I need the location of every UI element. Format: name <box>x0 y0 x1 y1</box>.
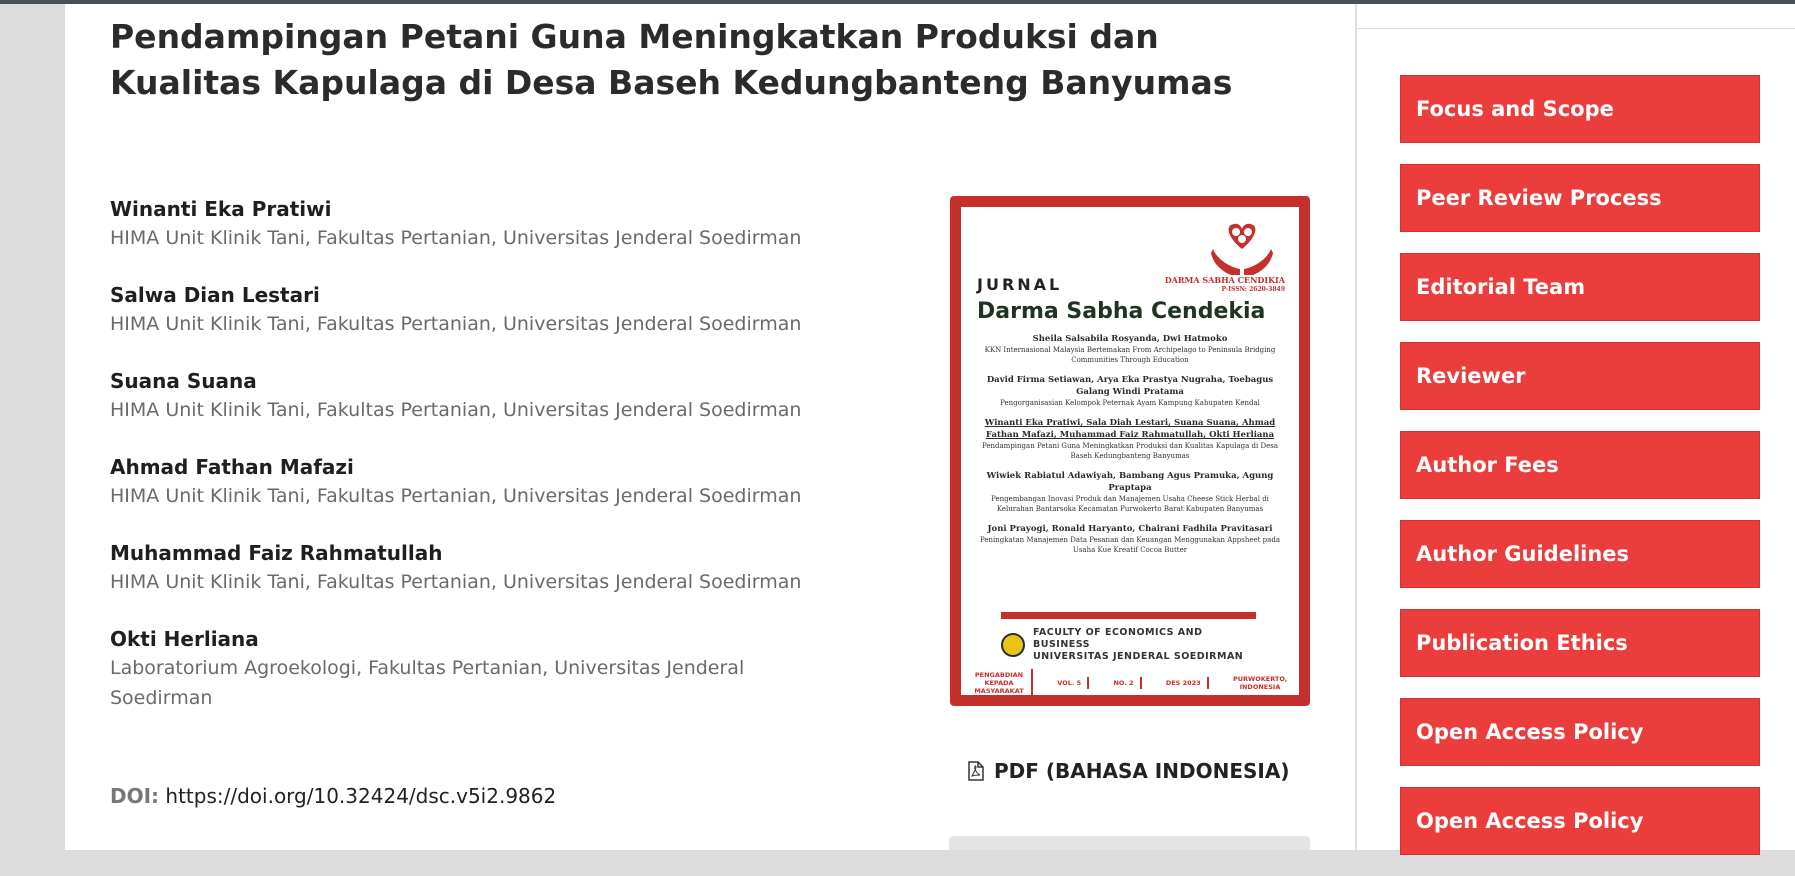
sidebar-nav: Focus and Scope Peer Review Process Edit… <box>1400 75 1760 876</box>
cover-entry-authors: Wiwiek Rabiatul Adawiyah, Bambang Agus P… <box>986 471 1274 493</box>
nav-focus-and-scope[interactable]: Focus and Scope <box>1400 75 1760 143</box>
cover-footer-item: VOL. 5 <box>1051 677 1090 689</box>
cover-journal-name: Darma Sabha Cendekia <box>977 299 1266 324</box>
cover-footer-item: DES 2023 <box>1160 677 1209 689</box>
cover-entry-authors: Sheila Salsabila Rosyanda, Dwi Hatmoko <box>1032 334 1228 344</box>
author-item: Ahmad Fathan Mafazi HIMA Unit Klinik Tan… <box>110 453 850 511</box>
university-seal-icon <box>1001 633 1025 657</box>
author-name: Okti Herliana <box>110 627 259 651</box>
bottom-widget <box>949 836 1310 850</box>
cover-jurnal-label: JURNAL <box>977 275 1063 294</box>
cover-entry-title: Peningkatan Manajemen Data Pesanan dan K… <box>980 536 1280 554</box>
nav-editorial-team[interactable]: Editorial Team <box>1400 253 1760 321</box>
cover-entry-authors: David Firma Setiawan, Arya Eka Prastya N… <box>986 375 1274 397</box>
cover-faculty-line: FACULTY OF ECONOMICS AND BUSINESS <box>1033 627 1203 650</box>
nav-reviewer[interactable]: Reviewer <box>1400 342 1760 410</box>
cover-entry-title: Pengembangan Inovasi Produk dan Manajeme… <box>991 495 1269 513</box>
cover-footer-item: PURWOKERTO, INDONESIA <box>1232 675 1288 691</box>
nav-author-fees[interactable]: Author Fees <box>1400 431 1760 499</box>
pdf-download-link[interactable]: PDF (BAHASA INDONESIA) <box>968 756 1289 786</box>
nav-open-access-policy-2[interactable]: Open Access Policy <box>1400 787 1760 855</box>
nav-publication-ethics[interactable]: Publication Ethics <box>1400 609 1760 677</box>
cover-entry-title: KKN Internasional Malaysia Bertemakan Fr… <box>984 346 1276 364</box>
cover-issn: P-ISSN: 2620-3849 <box>1221 286 1285 293</box>
doi-label: DOI: <box>110 784 160 808</box>
author-name: Muhammad Faiz Rahmatullah <box>110 541 443 565</box>
doi-line: DOI: https://doi.org/10.32424/dsc.v5i2.9… <box>110 781 556 811</box>
author-item: Okti Herliana Laboratorium Agroekologi, … <box>110 625 850 713</box>
author-name: Winanti Eka Pratiwi <box>110 197 332 221</box>
cover-brand: DARMA SABHA CENDIKIA P-ISSN: 2620-3849 <box>1165 275 1285 295</box>
author-item: Winanti Eka Pratiwi HIMA Unit Klinik Tan… <box>110 195 850 253</box>
author-affiliation: HIMA Unit Klinik Tani, Fakultas Pertania… <box>110 227 802 249</box>
author-affiliation: HIMA Unit Klinik Tani, Fakultas Pertania… <box>110 571 802 593</box>
author-affiliation: HIMA Unit Klinik Tani, Fakultas Pertania… <box>110 485 802 507</box>
cover-entry: Joni Prayogi, Ronald Haryanto, Chairani … <box>973 523 1287 555</box>
author-item: Salwa Dian Lestari HIMA Unit Klinik Tani… <box>110 281 850 339</box>
cover-entry-title: Pengorganisasian Kelompok Peternak Ayam … <box>1000 399 1260 407</box>
cover-footer-item: PENGABDIAN KEPADA MASYARAKAT <box>967 669 1033 695</box>
file-pdf-icon <box>968 761 984 781</box>
cover-faculty: FACULTY OF ECONOMICS AND BUSINESS UNIVER… <box>1001 627 1261 663</box>
author-name: Suana Suana <box>110 369 257 393</box>
cover-entry-title: Pendampingan Petani Guna Meningkatkan Pr… <box>981 442 1278 460</box>
author-affiliation: HIMA Unit Klinik Tani, Fakultas Pertania… <box>110 399 802 421</box>
author-item: Muhammad Faiz Rahmatullah HIMA Unit Klin… <box>110 539 850 597</box>
pdf-label: PDF (BAHASA INDONESIA) <box>994 759 1290 783</box>
cover-divider <box>1001 612 1256 619</box>
cover-footer: PENGABDIAN KEPADA MASYARAKAT VOL. 5 NO. … <box>967 669 1293 695</box>
journal-cover[interactable]: DARMA SABHA CENDIKIA P-ISSN: 2620-3849 J… <box>950 196 1310 706</box>
sidebar-divider <box>1357 28 1795 29</box>
doi-link[interactable]: https://doi.org/10.32424/dsc.v5i2.9862 <box>165 784 556 808</box>
cover-entry: Winanti Eka Pratiwi, Sala Diah Lestari, … <box>973 417 1287 461</box>
author-list: Winanti Eka Pratiwi HIMA Unit Klinik Tan… <box>110 195 850 741</box>
cover-page: DARMA SABHA CENDIKIA P-ISSN: 2620-3849 J… <box>961 207 1299 695</box>
nav-author-guidelines[interactable]: Author Guidelines <box>1400 520 1760 588</box>
cover-entry-authors: Joni Prayogi, Ronald Haryanto, Chairani … <box>987 524 1273 534</box>
cover-faculty-text: FACULTY OF ECONOMICS AND BUSINESS UNIVER… <box>1033 627 1261 663</box>
cover-footer-item: NO. 2 <box>1107 677 1142 689</box>
cover-entry: Wiwiek Rabiatul Adawiyah, Bambang Agus P… <box>973 470 1287 514</box>
author-affiliation: Laboratorium Agroekologi, Fakultas Perta… <box>110 657 745 709</box>
cover-university-line: UNIVERSITAS JENDERAL SOEDIRMAN <box>1033 651 1244 662</box>
hands-heart-logo-icon <box>1211 223 1273 275</box>
author-item: Suana Suana HIMA Unit Klinik Tani, Fakul… <box>110 367 850 425</box>
cover-entry: Sheila Salsabila Rosyanda, Dwi Hatmoko K… <box>973 333 1287 365</box>
cover-entry-authors: Winanti Eka Pratiwi, Sala Diah Lestari, … <box>984 418 1276 440</box>
author-affiliation: HIMA Unit Klinik Tani, Fakultas Pertania… <box>110 313 802 335</box>
cover-contents: Sheila Salsabila Rosyanda, Dwi Hatmoko K… <box>973 333 1287 564</box>
nav-open-access-policy[interactable]: Open Access Policy <box>1400 698 1760 766</box>
article-title: Pendampingan Petani Guna Meningkatkan Pr… <box>110 17 1233 102</box>
author-name: Ahmad Fathan Mafazi <box>110 455 354 479</box>
cover-brand-name: DARMA SABHA CENDIKIA <box>1164 275 1285 285</box>
author-name: Salwa Dian Lestari <box>110 283 320 307</box>
nav-peer-review-process[interactable]: Peer Review Process <box>1400 164 1760 232</box>
cover-entry: David Firma Setiawan, Arya Eka Prastya N… <box>973 374 1287 408</box>
